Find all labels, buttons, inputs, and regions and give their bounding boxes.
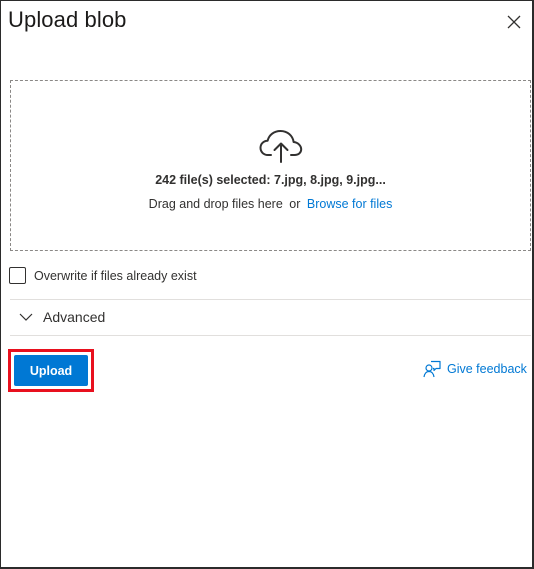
or-text: or xyxy=(289,197,301,211)
give-feedback-label: Give feedback xyxy=(447,362,527,376)
close-icon xyxy=(507,15,521,29)
advanced-label: Advanced xyxy=(43,309,106,325)
divider-bottom xyxy=(10,335,531,336)
cloud-upload-icon xyxy=(259,130,303,163)
divider-top xyxy=(10,299,531,300)
close-button[interactable] xyxy=(506,14,522,30)
give-feedback-link[interactable]: Give feedback xyxy=(423,360,527,378)
overwrite-option[interactable]: Overwrite if files already exist xyxy=(9,267,197,284)
drag-drop-line: Drag and drop files here or Browse for f… xyxy=(11,197,530,211)
chevron-down-icon xyxy=(19,313,33,321)
upload-blob-panel: Upload blob 242 file(s) selected: 7.jpg,… xyxy=(0,0,534,569)
overwrite-checkbox[interactable] xyxy=(9,267,26,284)
file-drop-zone[interactable]: 242 file(s) selected: 7.jpg, 8.jpg, 9.jp… xyxy=(10,80,531,251)
browse-files-link[interactable]: Browse for files xyxy=(307,197,392,211)
advanced-section-toggle[interactable]: Advanced xyxy=(19,309,105,325)
upload-button[interactable]: Upload xyxy=(14,355,88,386)
drag-drop-text: Drag and drop files here xyxy=(148,197,283,211)
overwrite-label: Overwrite if files already exist xyxy=(34,268,197,283)
feedback-icon xyxy=(423,360,441,378)
panel-title: Upload blob xyxy=(8,7,127,32)
selected-files-text: 242 file(s) selected: 7.jpg, 8.jpg, 9.jp… xyxy=(155,173,386,187)
